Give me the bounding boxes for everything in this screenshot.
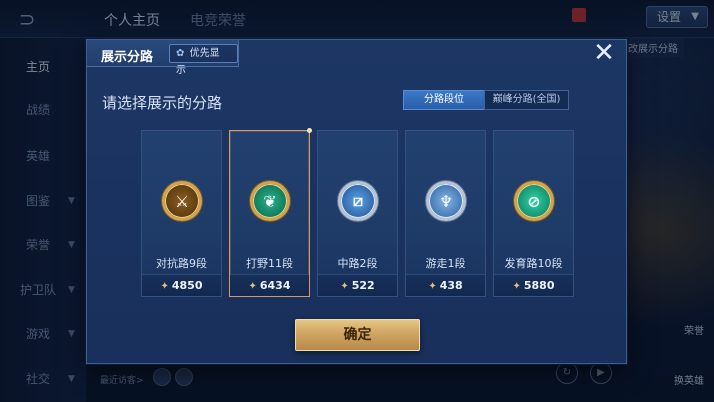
lane-rank-label: 游走1段 bbox=[425, 257, 466, 270]
dialog-heading: 请选择展示的分路 bbox=[102, 94, 223, 112]
roam-emblem-icon: ♆ bbox=[423, 178, 469, 224]
score-value: 522 bbox=[351, 279, 375, 292]
confirm-button[interactable]: 确定 bbox=[295, 319, 420, 351]
lane-rank-label: 中路2段 bbox=[337, 257, 378, 270]
lane-score: ✦ 438 bbox=[406, 274, 485, 296]
priority-display-badge[interactable]: ✿ 优先显示 bbox=[169, 44, 238, 76]
close-button[interactable]: ✕ bbox=[592, 40, 616, 66]
dialog-header-tab: 展示分路 ✿ 优先显示 bbox=[87, 40, 239, 76]
lane-card-roam[interactable]: ♆ 游走1段 ✦ 438 bbox=[405, 130, 486, 297]
lane-card-mid[interactable]: ⧄ 中路2段 ✦ 522 bbox=[317, 130, 398, 297]
dialog-title: 展示分路 bbox=[101, 50, 154, 65]
tab-lane-rank[interactable]: 分路段位 bbox=[403, 90, 485, 110]
lane-card-top[interactable]: ⚔ 对抗路9段 ✦ 4850 bbox=[141, 130, 222, 297]
score-icon: ✦ bbox=[340, 281, 349, 292]
jungle-emblem-icon: ❦ bbox=[247, 178, 293, 224]
lane-score: ✦ 6434 bbox=[230, 274, 309, 296]
score-icon: ✦ bbox=[160, 281, 169, 292]
score-value: 438 bbox=[439, 279, 463, 292]
score-value: 4850 bbox=[171, 279, 203, 292]
score-icon: ✦ bbox=[428, 281, 437, 292]
tab-peak-lane[interactable]: 巅峰分路(全国) bbox=[484, 90, 569, 110]
close-icon: ✕ bbox=[593, 38, 615, 68]
lane-rank-label: 打野11段 bbox=[246, 257, 293, 270]
score-value: 6434 bbox=[259, 279, 291, 292]
lane-rank-label: 对抗路9段 bbox=[156, 257, 207, 270]
lane-score: ✦ 5880 bbox=[494, 274, 573, 296]
lane-display-dialog: 展示分路 ✿ 优先显示 ✕ 请选择展示的分路 分路段位 巅峰分路(全国) ⚔ 对… bbox=[86, 39, 627, 364]
lane-card-jungle[interactable]: ❦ 打野11段 ✦ 6434 bbox=[229, 128, 312, 297]
lane-card-farm[interactable]: ⊘ 发育路10段 ✦ 5880 bbox=[493, 130, 574, 297]
score-icon: ✦ bbox=[248, 281, 257, 292]
mid-lane-emblem-icon: ⧄ bbox=[335, 178, 381, 224]
farm-lane-emblem-icon: ⊘ bbox=[511, 178, 557, 224]
gear-icon: ✿ bbox=[176, 48, 185, 59]
lane-rank-label: 发育路10段 bbox=[504, 257, 563, 270]
top-lane-emblem-icon: ⚔ bbox=[159, 178, 205, 224]
score-icon: ✦ bbox=[512, 281, 521, 292]
lane-score: ✦ 522 bbox=[318, 274, 397, 296]
lane-score: ✦ 4850 bbox=[142, 274, 221, 296]
score-value: 5880 bbox=[523, 279, 555, 292]
